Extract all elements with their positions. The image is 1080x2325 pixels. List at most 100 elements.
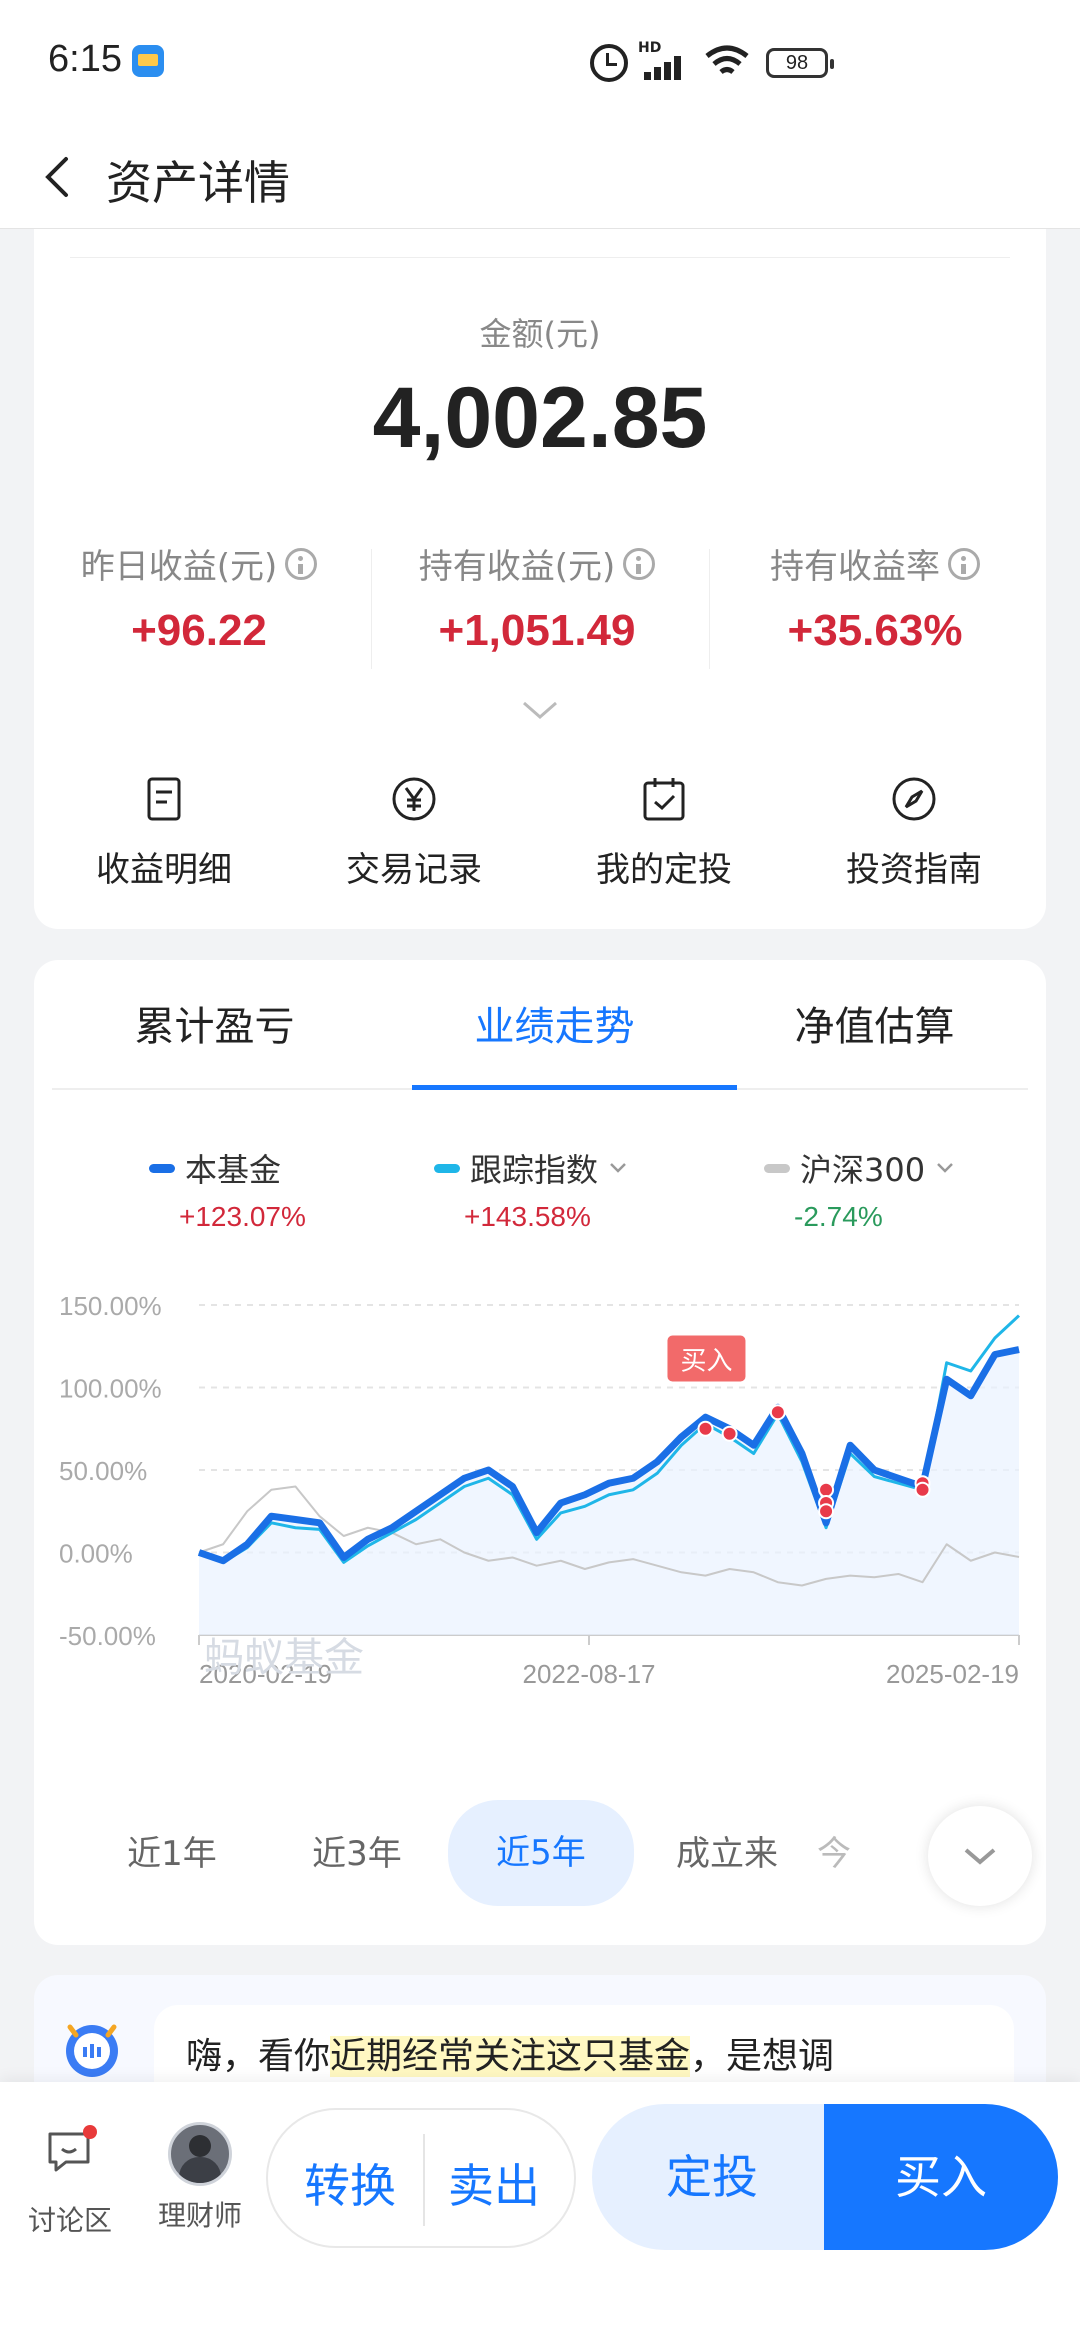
area-this-fund	[199, 1349, 1019, 1635]
discuss-label: 讨论区	[27, 2204, 112, 2237]
y-tick-label: 50.00%	[59, 1456, 147, 1486]
stat-value: +35.63%	[787, 606, 963, 655]
buy-point	[697, 1420, 714, 1437]
assistant-text: 嗨，看你近期经常关注这只基金，是想调	[186, 2027, 834, 2079]
advisor-label: 理财师	[157, 2199, 242, 2232]
legend-label: 跟踪指数	[470, 1151, 599, 1189]
info-icon[interactable]	[285, 547, 318, 580]
action-label: 收益明细	[96, 850, 232, 890]
buy-point	[769, 1404, 786, 1421]
watermark: 蚂蚁基金	[204, 1635, 364, 1681]
app-notification-icon	[132, 45, 164, 77]
bottom-action-bar: 讨论区 理财师 转换 卖出 定投 买入	[0, 2082, 1080, 2325]
legend-label: 沪深300	[800, 1151, 926, 1189]
chevron-down-icon	[964, 1848, 996, 1865]
y-tick-label: -50.00%	[59, 1621, 156, 1651]
action-transaction-records[interactable]: 交易记录	[304, 774, 524, 891]
buy-button[interactable]: 买入	[824, 2104, 1058, 2250]
assistant-card[interactable]: 嗨，看你近期经常关注这只基金，是想调	[34, 1975, 1046, 2105]
x-tick-label: 2022-08-17	[523, 1659, 656, 1689]
advisor-button[interactable]: 理财师	[145, 2122, 255, 2234]
legend-label: 本基金	[185, 1151, 282, 1189]
performance-tabs: 累计盈亏 业绩走势 净值估算	[52, 960, 1028, 1090]
chevron-down-icon	[937, 1163, 953, 1173]
y-tick-label: 100.00%	[59, 1374, 162, 1404]
stat-holding-return-rate[interactable]: 持有收益率 +35.63%	[710, 539, 1040, 656]
stat-value: +96.22	[131, 606, 267, 655]
legend-value: +143.58%	[464, 1201, 591, 1232]
performance-chart[interactable]: 150.00%100.00%50.00%0.00%-50.00%2020-02-…	[34, 1280, 1046, 1720]
y-tick-label: 0.00%	[59, 1539, 133, 1569]
back-arrow-icon[interactable]	[38, 155, 82, 199]
period-ytd[interactable]: 今	[804, 1818, 864, 1918]
action-investment-guide[interactable]: 投资指南	[804, 774, 1024, 891]
status-bar: 6:15 HD 98	[0, 0, 1080, 125]
avatar	[168, 2122, 232, 2186]
x-tick-label: 2025-02-19	[886, 1659, 1019, 1689]
tab-nav-estimate[interactable]: 净值估算	[712, 994, 1037, 1052]
calendar-check-icon	[643, 778, 685, 821]
asset-summary-card: 金额(元) 4,002.85 昨日收益(元) +96.22 持有收益(元) +1…	[34, 229, 1046, 929]
dingtou-button[interactable]: 定投	[592, 2104, 832, 2250]
divider	[423, 2134, 425, 2226]
period-1y[interactable]: 近1年	[79, 1818, 265, 1918]
buy-marker-label: 买入	[680, 1347, 732, 1377]
stat-yesterday-profit[interactable]: 昨日收益(元) +96.22	[34, 539, 364, 656]
chat-bubble-icon	[48, 2125, 97, 2172]
period-selector: 近1年 近3年 近5年 成立来 今	[34, 1800, 1046, 1910]
robot-assistant-icon	[66, 2024, 118, 2077]
action-label: 投资指南	[846, 850, 982, 890]
amount-value: 4,002.85	[372, 370, 708, 466]
more-periods-button[interactable]	[928, 1806, 1032, 1906]
info-icon[interactable]	[623, 547, 656, 580]
action-profit-detail[interactable]: 收益明细	[54, 774, 274, 891]
legend-swatch	[764, 1163, 790, 1173]
stat-label: 昨日收益(元)	[80, 547, 278, 587]
assistant-text-start: 嗨，看你	[186, 2036, 331, 2077]
legend-csi300[interactable]: 沪深300 -2.74%	[764, 1145, 955, 1233]
page-title: 资产详情	[106, 156, 290, 210]
action-label: 我的定投	[596, 850, 732, 890]
wifi-icon	[705, 45, 749, 75]
period-since-inception[interactable]: 成立来	[634, 1818, 820, 1918]
buy-point	[818, 1503, 835, 1520]
legend-this-fund: 本基金 +123.07%	[149, 1145, 306, 1233]
tab-cumulative-pnl[interactable]: 累计盈亏	[52, 994, 377, 1052]
buy-point	[818, 1481, 835, 1498]
assistant-text-end: ，是想调	[690, 2036, 835, 2077]
legend-swatch	[149, 1163, 175, 1173]
chevron-down-icon	[610, 1163, 626, 1173]
performance-card: 累计盈亏 业绩走势 净值估算 本基金 +123.07% 跟踪指数 +143.58…	[34, 960, 1046, 1945]
yen-circle-icon	[392, 777, 436, 821]
legend-value: +123.07%	[179, 1201, 306, 1232]
assistant-text-highlight: 近期经常关注这只基金	[330, 2036, 691, 2077]
period-5y[interactable]: 近5年	[448, 1800, 634, 1906]
amount-label: 金额(元)	[479, 315, 601, 353]
nav-bar: 资产详情	[0, 125, 1080, 229]
y-tick-label: 150.00%	[59, 1291, 162, 1321]
sell-button[interactable]: 卖出	[448, 2150, 540, 2216]
legend-value: -2.74%	[794, 1201, 883, 1232]
discuss-button[interactable]: 讨论区	[15, 2122, 125, 2239]
stat-label: 持有收益(元)	[418, 547, 616, 587]
period-3y[interactable]: 近3年	[264, 1818, 450, 1918]
tab-performance-trend[interactable]: 业绩走势	[392, 994, 717, 1052]
info-icon[interactable]	[948, 547, 980, 580]
hd-label: HD	[638, 40, 662, 56]
stat-holding-profit[interactable]: 持有收益(元) +1,051.49	[372, 539, 702, 656]
legend-swatch	[434, 1163, 460, 1173]
chevron-down-icon[interactable]	[520, 699, 560, 721]
buy-point	[914, 1481, 931, 1498]
compass-icon	[892, 777, 936, 821]
stat-value: +1,051.49	[438, 606, 636, 655]
divider	[70, 257, 1010, 258]
action-my-dingtou[interactable]: 我的定投	[554, 774, 774, 891]
action-label: 交易记录	[346, 850, 482, 890]
battery-icon: 98	[766, 48, 834, 78]
buy-point	[721, 1425, 738, 1442]
stat-label: 持有收益率	[770, 547, 940, 587]
convert-sell-group: 转换 卖出	[266, 2108, 576, 2248]
signal-icon	[644, 56, 690, 80]
convert-button[interactable]: 转换	[304, 2150, 396, 2216]
legend-tracking-index[interactable]: 跟踪指数 +143.58%	[434, 1145, 628, 1233]
